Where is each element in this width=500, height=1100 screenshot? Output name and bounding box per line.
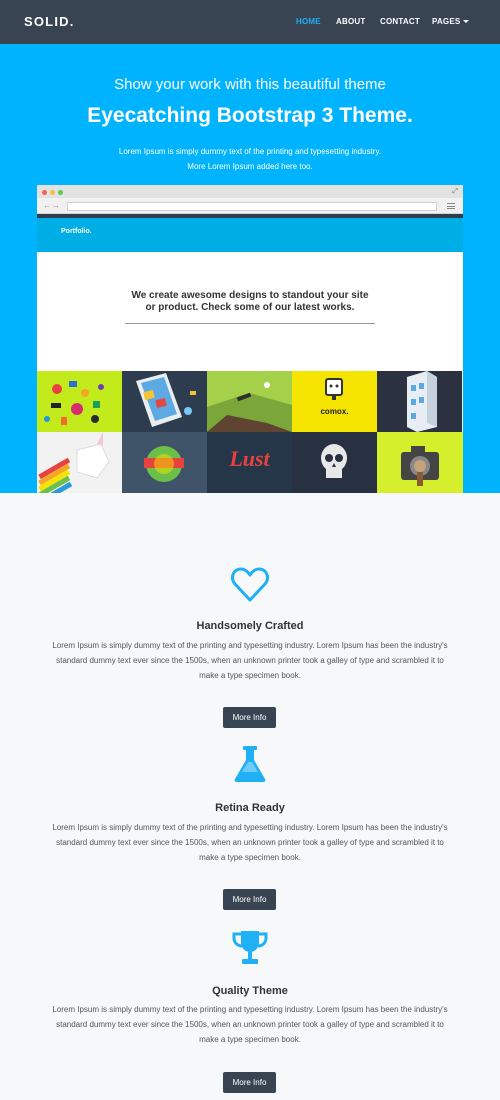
menu-icon	[447, 203, 455, 209]
building-icon	[407, 371, 437, 432]
lust-label: Lust	[229, 446, 270, 471]
doodles-tile	[37, 371, 122, 432]
nav-contact[interactable]: CONTACT	[380, 17, 420, 26]
feature-text-line: standard dummy text ever since the 1500s…	[56, 838, 444, 847]
flask-icon	[234, 746, 266, 782]
comox-label: comox.	[320, 407, 349, 416]
feature-text-crafted: Lorem Ipsum is simply dummy text of the …	[30, 638, 470, 683]
maximize-dot-icon	[58, 190, 63, 195]
hero-title: Eyecatching Bootstrap 3 Theme.	[87, 104, 413, 127]
forward-arrow-icon: →	[52, 201, 60, 210]
feature-text-retina: Lorem Ipsum is simply dummy text of the …	[30, 820, 470, 865]
url-field	[67, 202, 437, 211]
nav-about[interactable]: ABOUT	[336, 17, 365, 26]
lust-tile: Lust	[207, 432, 292, 493]
feature-title-quality: Quality Theme	[212, 985, 288, 997]
landscape-icon	[207, 382, 292, 432]
trophy-icon	[232, 931, 268, 964]
browser-mockup: ⤢ ← → Portfolio. We create awesome desig…	[37, 185, 463, 493]
expand-icon: ⤢	[452, 188, 458, 195]
browser-title-bar: ⤢	[37, 185, 463, 198]
feature-title-crafted: Handsomely Crafted	[196, 620, 304, 632]
landscape-tile	[207, 371, 292, 432]
mock-divider	[125, 323, 375, 324]
doodles-icon	[44, 381, 104, 425]
more-info-button-crafted[interactable]: More Info	[223, 707, 276, 728]
building-tile	[377, 371, 462, 432]
feature-text-line: make a type specimen book.	[199, 853, 301, 862]
navbar: SOLID. HOME ABOUT CONTACT PAGES	[0, 0, 500, 44]
unicorn-tile	[37, 432, 122, 493]
hero-section: Show your work with this beautiful theme…	[0, 44, 500, 493]
feature-text-quality: Lorem Ipsum is simply dummy text of the …	[30, 1002, 470, 1047]
tablet-tile	[122, 371, 207, 432]
nav-pages-label: PAGES	[432, 17, 461, 26]
mock-site-logo: Portfolio.	[61, 228, 92, 235]
badge-icon	[144, 446, 184, 482]
feature-text-line: make a type specimen book.	[199, 1035, 301, 1044]
heart-icon	[231, 567, 269, 602]
more-info-button-quality[interactable]: More Info	[223, 1072, 276, 1093]
feature-text-line: Lorem Ipsum is simply dummy text of the …	[52, 1005, 448, 1014]
tablet-icon	[136, 373, 196, 427]
comox-tile: comox.	[292, 371, 377, 432]
feature-text-line: Lorem Ipsum is simply dummy text of the …	[52, 823, 448, 832]
nav-home[interactable]: HOME	[296, 17, 321, 26]
badge-tile	[122, 432, 207, 493]
mock-heading-line2: or product. Check some of our latest wor…	[145, 302, 355, 313]
brand-logo[interactable]: SOLID.	[24, 14, 75, 29]
camera-tile	[377, 432, 463, 493]
hero-text: Lorem Ipsum is simply dummy text of the …	[0, 144, 500, 174]
more-info-button-retina[interactable]: More Info	[223, 889, 276, 910]
feature-text-line: make a type specimen book.	[199, 671, 301, 680]
comox-robot-icon	[325, 378, 343, 400]
hero-text-line2: More Lorem Ipsum added here too.	[187, 162, 313, 171]
hero-text-line1: Lorem Ipsum is simply dummy text of the …	[118, 147, 382, 156]
portfolio-grid: comox. Lust	[37, 371, 463, 493]
back-arrow-icon: ←	[43, 201, 51, 210]
hero-subtitle: Show your work with this beautiful theme	[114, 76, 386, 93]
browser-address-bar: ← →	[37, 198, 463, 214]
minimize-dot-icon	[50, 190, 55, 195]
mock-site-heading: We create awesome designs to standout yo…	[37, 290, 463, 314]
feature-text-line: standard dummy text ever since the 1500s…	[56, 1020, 444, 1029]
camera-icon	[401, 446, 439, 486]
chevron-down-icon	[463, 20, 470, 24]
mock-site-header: Portfolio.	[37, 214, 463, 252]
feature-text-line: standard dummy text ever since the 1500s…	[56, 656, 444, 665]
close-dot-icon	[42, 190, 47, 195]
mock-site-topline	[37, 214, 463, 218]
nav-pages[interactable]: PAGES	[432, 17, 470, 26]
feature-title-retina: Retina Ready	[215, 802, 285, 814]
feature-text-line: Lorem Ipsum is simply dummy text of the …	[52, 641, 448, 650]
mock-heading-line1: We create awesome designs to standout yo…	[131, 290, 369, 301]
skull-tile	[292, 432, 377, 493]
skull-icon	[321, 444, 347, 478]
unicorn-icon	[38, 432, 110, 493]
